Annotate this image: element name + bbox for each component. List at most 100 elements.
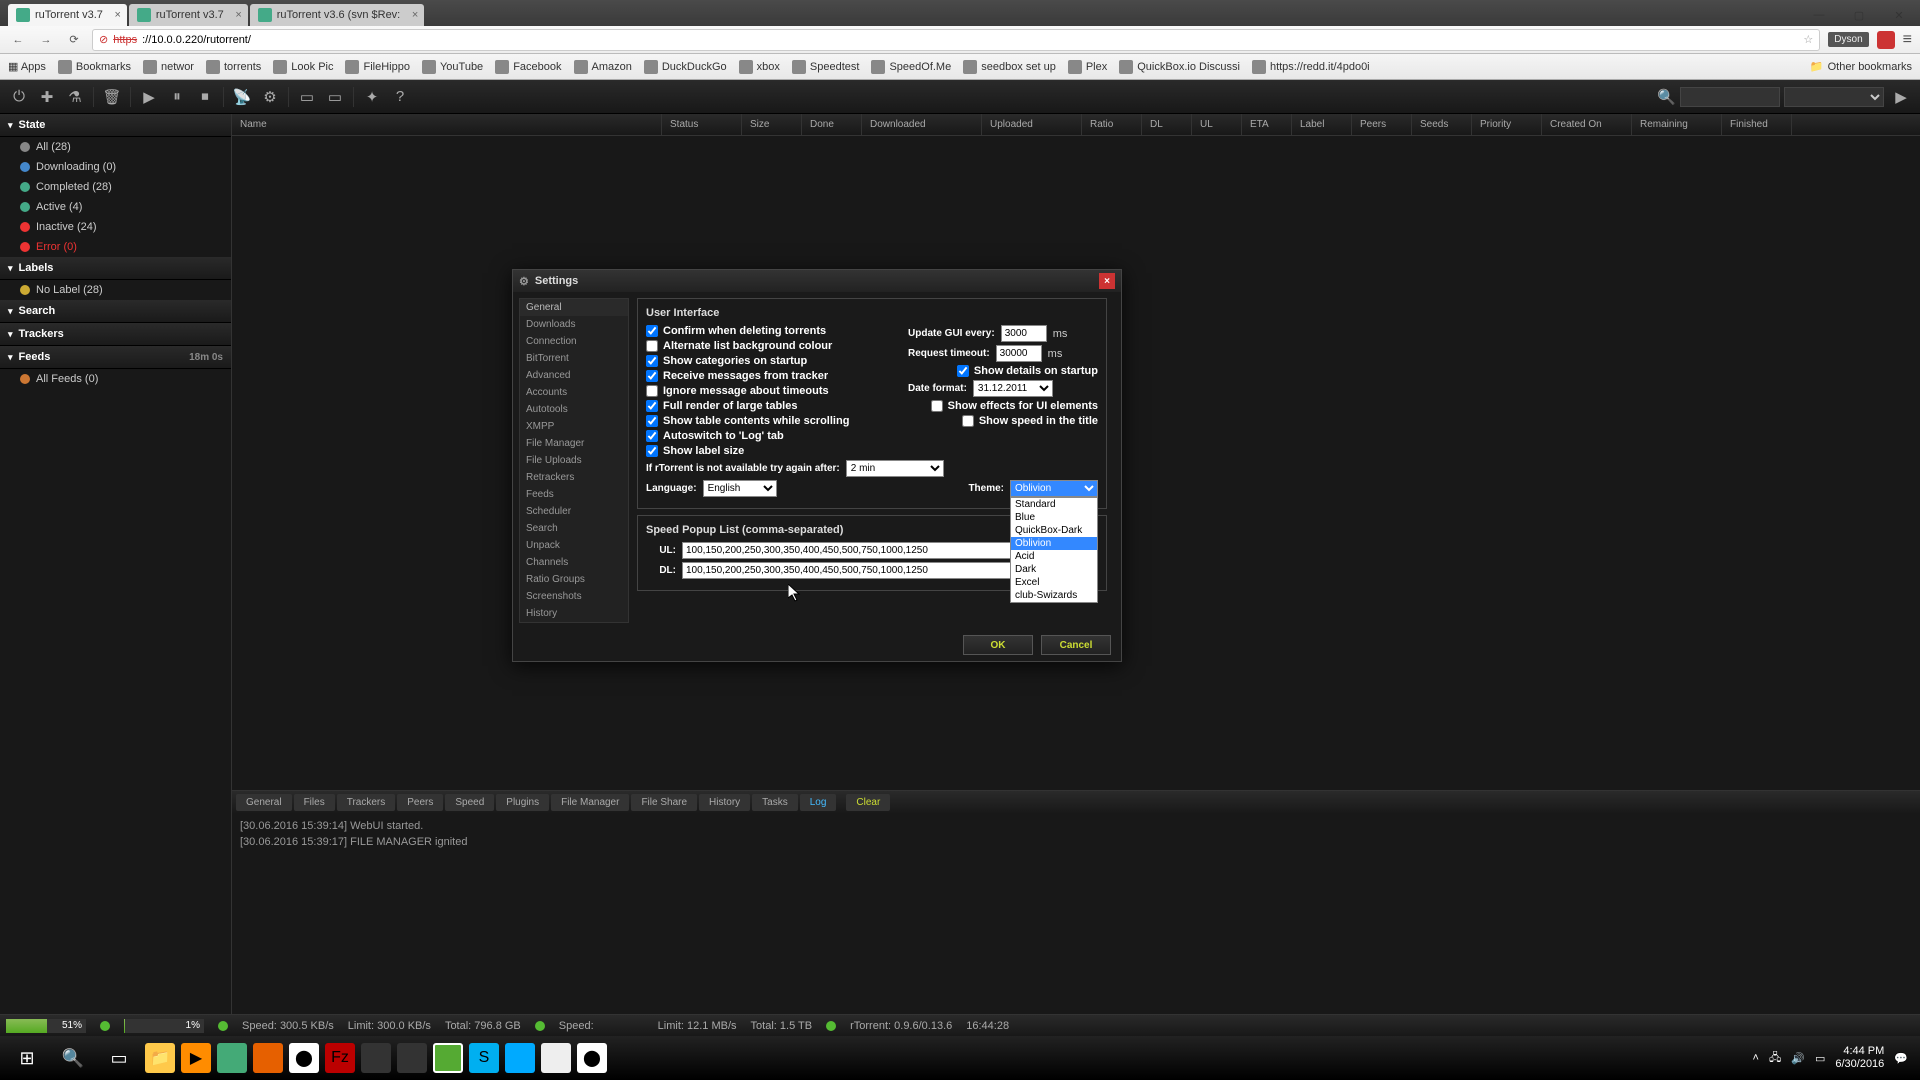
- column-header[interactable]: Status: [662, 114, 742, 135]
- bookmark-star-icon[interactable]: ☆: [1803, 33, 1813, 46]
- checkbox[interactable]: [646, 355, 658, 367]
- bookmark-item[interactable]: seedbox set up: [963, 60, 1056, 74]
- theme-option[interactable]: Blue: [1011, 511, 1097, 524]
- column-header[interactable]: Created On: [1542, 114, 1632, 135]
- full-render-checkbox[interactable]: Full render of large tables: [646, 400, 898, 412]
- bookmark-item[interactable]: Bookmarks: [58, 60, 131, 74]
- bottom-tab[interactable]: File Manager: [551, 794, 629, 811]
- column-header[interactable]: Remaining: [1632, 114, 1722, 135]
- bookmark-item[interactable]: Plex: [1068, 60, 1107, 74]
- remove-icon[interactable]: 🗑: [99, 84, 125, 110]
- bottom-tab[interactable]: Trackers: [337, 794, 396, 811]
- bottom-tab[interactable]: Speed: [445, 794, 494, 811]
- language-icon[interactable]: ▭: [1815, 1052, 1825, 1065]
- browser-tab[interactable]: ruTorrent v3.7×: [8, 4, 127, 26]
- theme-option[interactable]: Oblivion: [1011, 537, 1097, 550]
- settings-nav-item[interactable]: File Uploads: [520, 452, 628, 469]
- notifications-icon[interactable]: 💬: [1894, 1052, 1908, 1065]
- settings-nav-item[interactable]: Screenshots: [520, 588, 628, 605]
- sidebar-item[interactable]: Inactive (24): [0, 217, 231, 237]
- chrome-icon[interactable]: ⬤: [289, 1043, 319, 1073]
- bookmark-item[interactable]: DuckDuckGo: [644, 60, 727, 74]
- volume-icon[interactable]: 🔊: [1791, 1052, 1805, 1065]
- screen1-icon[interactable]: ▭: [294, 84, 320, 110]
- theme-option[interactable]: QuickBox-Dark: [1011, 524, 1097, 537]
- settings-nav-item[interactable]: File Manager: [520, 435, 628, 452]
- settings-nav-item[interactable]: Feeds: [520, 486, 628, 503]
- menu-icon[interactable]: ≡: [1903, 31, 1912, 49]
- back-icon[interactable]: ←: [8, 30, 28, 50]
- settings-nav-item[interactable]: History: [520, 605, 628, 622]
- app-icon[interactable]: [361, 1043, 391, 1073]
- settings-nav-item[interactable]: Channels: [520, 554, 628, 571]
- checkbox[interactable]: [646, 370, 658, 382]
- bottom-tab[interactable]: Tasks: [752, 794, 798, 811]
- bookmark-item[interactable]: QuickBox.io Discussi: [1119, 60, 1240, 74]
- pause-icon[interactable]: ⏸: [164, 84, 190, 110]
- close-icon[interactable]: ×: [114, 9, 120, 21]
- column-header[interactable]: Peers: [1352, 114, 1412, 135]
- theme-option[interactable]: club-Swizards: [1011, 589, 1097, 602]
- bottom-tab[interactable]: History: [699, 794, 750, 811]
- column-header[interactable]: Priority: [1472, 114, 1542, 135]
- sidebar-item[interactable]: All (28): [0, 137, 231, 157]
- checkbox[interactable]: [646, 340, 658, 352]
- dialog-titlebar[interactable]: ⚙ Settings ×: [513, 270, 1121, 292]
- bookmark-item[interactable]: networ: [143, 60, 194, 74]
- bottom-tab[interactable]: File Share: [631, 794, 697, 811]
- bottom-tab[interactable]: Files: [294, 794, 335, 811]
- task-view-icon[interactable]: ▭: [96, 1038, 142, 1078]
- filezilla-icon[interactable]: Fz: [325, 1043, 355, 1073]
- close-icon[interactable]: ×: [235, 9, 241, 21]
- bookmark-item[interactable]: SpeedOf.Me: [871, 60, 951, 74]
- show-categories-checkbox[interactable]: Show categories on startup: [646, 355, 898, 367]
- alternate-bg-checkbox[interactable]: Alternate list background colour: [646, 340, 898, 352]
- settings-nav-item[interactable]: Connection: [520, 333, 628, 350]
- checkbox[interactable]: [646, 445, 658, 457]
- clear-button[interactable]: Clear: [846, 794, 890, 811]
- close-icon[interactable]: ×: [1099, 273, 1115, 289]
- bookmark-item[interactable]: YouTube: [422, 60, 483, 74]
- settings-nav-item[interactable]: Search: [520, 520, 628, 537]
- other-bookmarks[interactable]: 📁Other bookmarks: [1810, 60, 1912, 73]
- start-icon[interactable]: ▶: [136, 84, 162, 110]
- tray-chevron-icon[interactable]: ˄: [1753, 1052, 1759, 1064]
- extension-icon[interactable]: [1877, 31, 1895, 49]
- theme-option[interactable]: Excel: [1011, 576, 1097, 589]
- confirm-delete-checkbox[interactable]: Confirm when deleting torrents: [646, 325, 898, 337]
- column-header[interactable]: Seeds: [1412, 114, 1472, 135]
- column-header[interactable]: Uploaded: [982, 114, 1082, 135]
- ok-button[interactable]: OK: [963, 635, 1033, 655]
- settings-nav-item[interactable]: Advanced: [520, 367, 628, 384]
- theme-option[interactable]: Standard: [1011, 498, 1097, 511]
- app-icon[interactable]: [397, 1043, 427, 1073]
- power-icon[interactable]: ⏻: [6, 84, 32, 110]
- column-header[interactable]: Label: [1292, 114, 1352, 135]
- column-header[interactable]: Ratio: [1082, 114, 1142, 135]
- url-bar[interactable]: ⊘ https://10.0.0.220/rutorrent/ ☆: [92, 29, 1820, 51]
- column-header[interactable]: Size: [742, 114, 802, 135]
- column-header[interactable]: DL: [1142, 114, 1192, 135]
- tray-clock[interactable]: 4:44 PM 6/30/2016: [1835, 1045, 1884, 1071]
- bookmark-item[interactable]: https://redd.it/4pdo0i: [1252, 60, 1370, 74]
- settings-nav-item[interactable]: Unpack: [520, 537, 628, 554]
- search-engine-select[interactable]: [1784, 87, 1884, 107]
- bookmark-item[interactable]: Look Pic: [273, 60, 333, 74]
- window-maximize-icon[interactable]: ▢: [1842, 2, 1876, 28]
- column-header[interactable]: ETA: [1242, 114, 1292, 135]
- cancel-button[interactable]: Cancel: [1041, 635, 1111, 655]
- add-torrent-icon[interactable]: ✚: [34, 84, 60, 110]
- stop-icon[interactable]: ⏹: [192, 84, 218, 110]
- column-header[interactable]: Finished: [1722, 114, 1792, 135]
- show-effects-checkbox[interactable]: Show effects for UI elements: [908, 400, 1098, 412]
- bookmark-item[interactable]: Facebook: [495, 60, 561, 74]
- receive-tracker-checkbox[interactable]: Receive messages from tracker: [646, 370, 898, 382]
- column-header[interactable]: Name: [232, 114, 662, 135]
- show-label-size-checkbox[interactable]: Show label size: [646, 445, 898, 457]
- autoswitch-checkbox[interactable]: Autoswitch to 'Log' tab: [646, 430, 898, 442]
- settings-nav-item[interactable]: General: [520, 299, 628, 316]
- ignore-timeout-checkbox[interactable]: Ignore message about timeouts: [646, 385, 898, 397]
- browser-tab[interactable]: ruTorrent v3.7×: [129, 4, 248, 26]
- show-details-checkbox[interactable]: Show details on startup: [908, 365, 1098, 377]
- theme-option[interactable]: Acid: [1011, 550, 1097, 563]
